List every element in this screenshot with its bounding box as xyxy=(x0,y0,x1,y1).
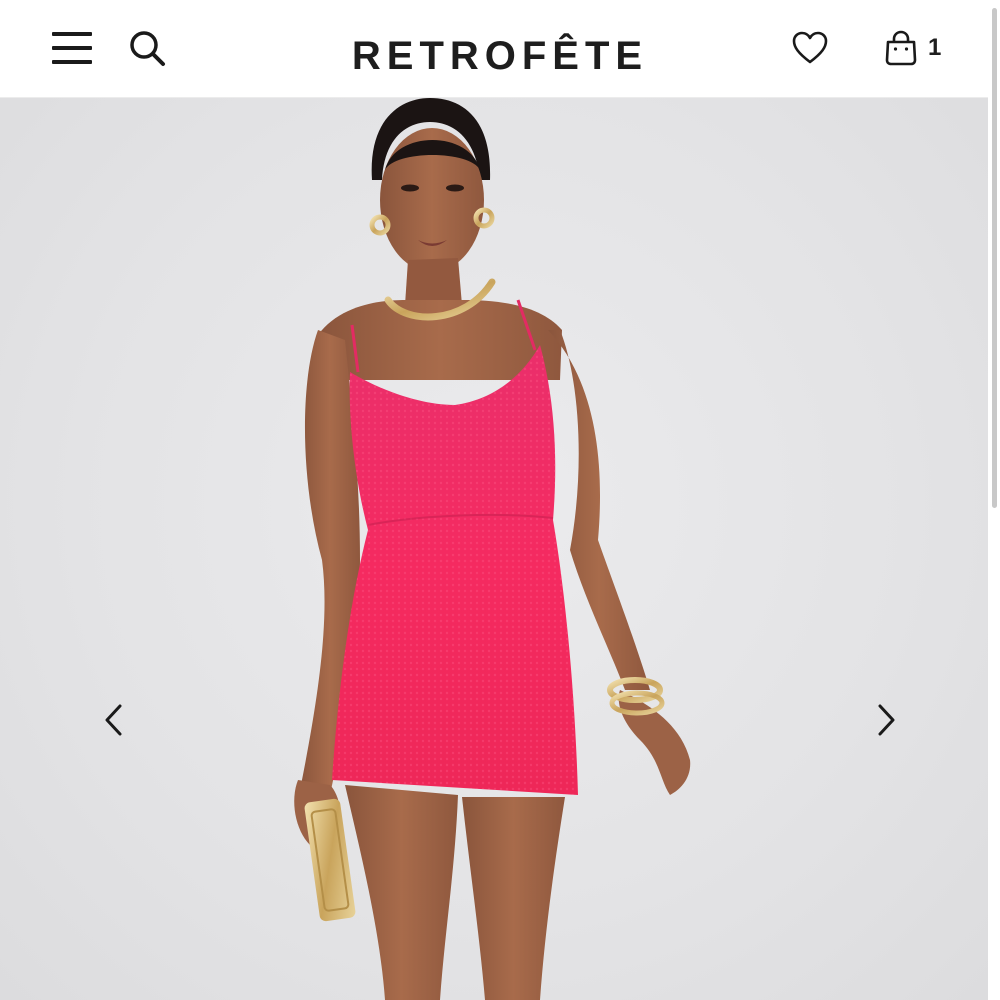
heart-icon[interactable] xyxy=(792,31,828,65)
product-image-carousel[interactable] xyxy=(0,98,988,1000)
scrollbar-thumb[interactable] xyxy=(992,8,997,508)
shopping-bag-icon[interactable] xyxy=(884,30,918,66)
chevron-right-icon[interactable] xyxy=(871,700,901,740)
scrollbar[interactable] xyxy=(988,0,1000,1000)
hamburger-menu-icon[interactable] xyxy=(52,30,92,66)
site-header: RETROFÊTE 1 xyxy=(0,0,988,98)
brand-logo[interactable]: RETROFÊTE xyxy=(340,31,660,81)
product-photo-model-pink-dress xyxy=(294,98,691,1000)
chevron-left-icon[interactable] xyxy=(99,700,129,740)
cart-count-badge: 1 xyxy=(928,34,942,61)
search-icon[interactable] xyxy=(128,29,166,67)
